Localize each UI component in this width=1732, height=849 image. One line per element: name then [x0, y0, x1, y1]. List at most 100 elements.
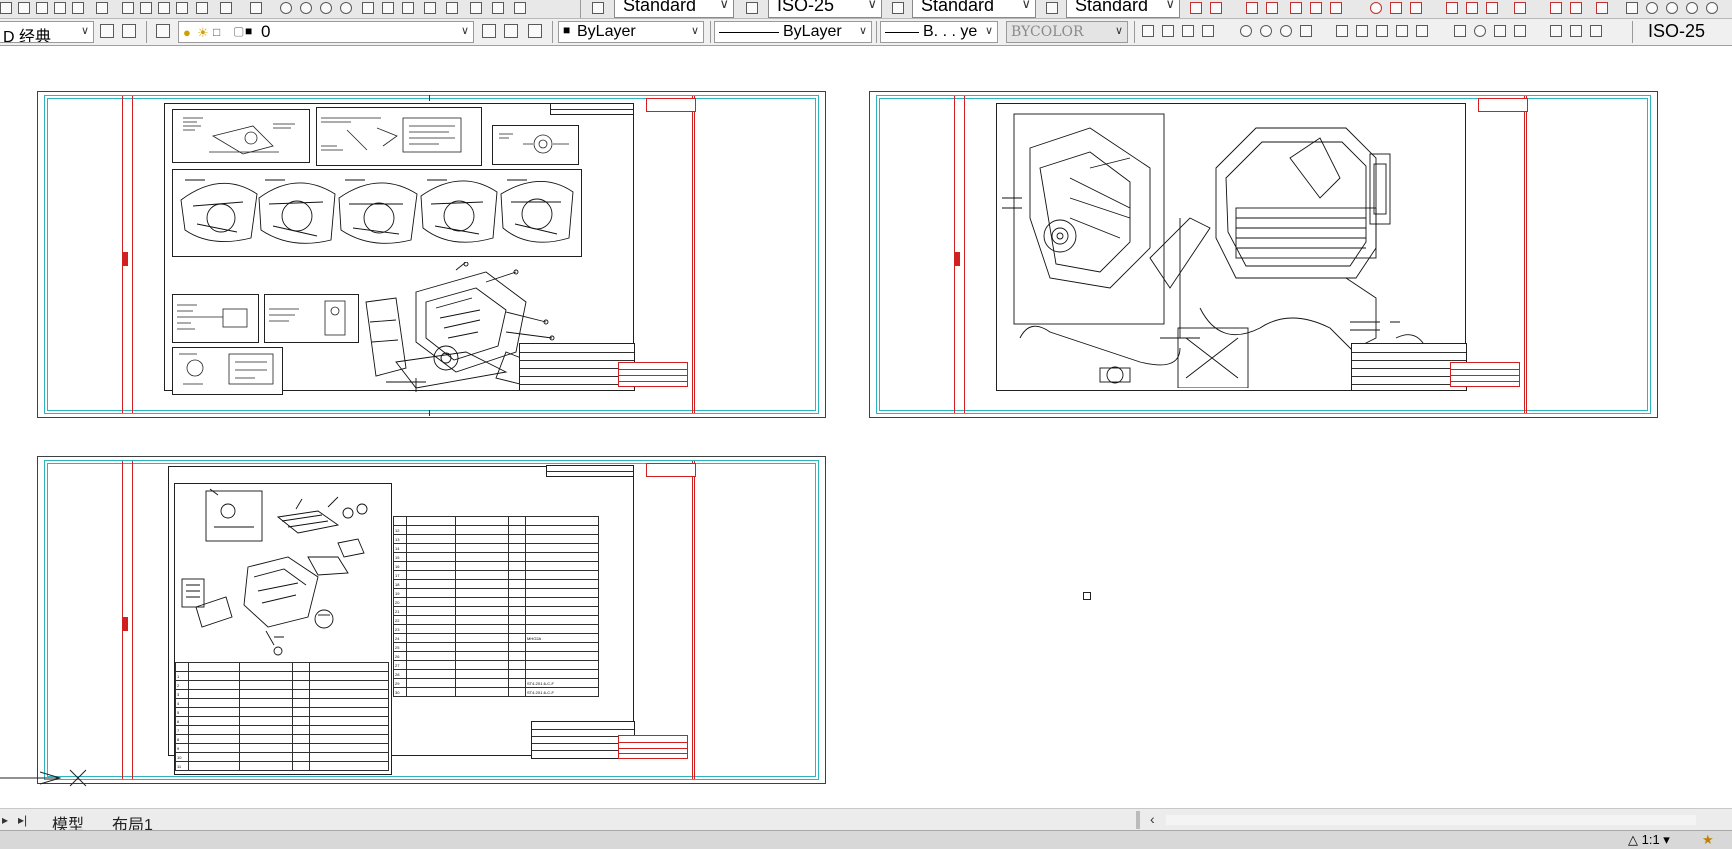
continue-dim-icon[interactable] [1376, 25, 1388, 37]
markup-icon[interactable] [446, 2, 458, 14]
sheet-set-icon[interactable] [424, 2, 436, 14]
tab-scroll-last-icon[interactable]: ▸| [18, 813, 27, 827]
globe-icon[interactable] [1646, 2, 1658, 14]
dim-edit-icon[interactable] [1550, 25, 1562, 37]
tool-palettes-icon[interactable] [402, 2, 414, 14]
erase-icon[interactable] [1310, 2, 1322, 14]
linear-dim-icon[interactable] [1142, 25, 1154, 37]
leader-icon[interactable] [1190, 2, 1202, 14]
lights-icon[interactable] [1706, 2, 1718, 14]
redo-icon[interactable] [250, 2, 262, 14]
match-properties-icon[interactable] [158, 2, 170, 14]
plot-preview-icon[interactable] [18, 2, 30, 14]
table-style-icon[interactable] [892, 2, 904, 14]
layer-states-icon[interactable] [528, 24, 542, 38]
leader-add-icon[interactable] [1210, 2, 1222, 14]
dim-update-icon[interactable] [1590, 25, 1602, 37]
print-setup-icon[interactable] [54, 2, 66, 14]
workspace-select[interactable]: D 经典 ∨ [0, 21, 94, 43]
render-icon[interactable] [1666, 2, 1678, 14]
copy-icon[interactable] [96, 2, 108, 14]
array-icon[interactable] [1486, 2, 1498, 14]
line-icon[interactable] [1246, 2, 1258, 14]
diameter-dim-icon[interactable] [1280, 25, 1292, 37]
radius-dim-icon[interactable] [1240, 25, 1252, 37]
scale-icon[interactable] [1570, 2, 1582, 14]
text-style-icon[interactable] [592, 2, 604, 14]
tab-scroll-prev-icon[interactable]: ▸ [2, 813, 8, 827]
linetype-select[interactable]: ByLayer ∨ [714, 21, 872, 43]
undo-icon[interactable] [220, 2, 232, 14]
baseline-dim-icon[interactable] [1356, 25, 1368, 37]
copy-clip-icon[interactable] [122, 2, 134, 14]
scroll-left-icon[interactable]: ‹ [1150, 811, 1155, 827]
text-style-select[interactable]: Standard ∨ [614, 0, 734, 18]
construction-line-icon[interactable] [1266, 2, 1278, 14]
scrollbar-splitter[interactable] [1136, 811, 1140, 829]
zoom-previous-icon[interactable] [340, 2, 352, 14]
print-icon[interactable] [0, 2, 12, 14]
brush-icon[interactable] [196, 2, 208, 14]
quickcalc-icon[interactable] [470, 2, 482, 14]
dim-style-label[interactable]: ISO-25 [1648, 21, 1705, 42]
design-center-icon[interactable] [382, 2, 394, 14]
circle-icon[interactable] [1370, 2, 1382, 14]
materials-icon[interactable] [1686, 2, 1698, 14]
multileader-style-icon[interactable] [1046, 2, 1058, 14]
stretch-icon[interactable] [1550, 2, 1562, 14]
plotstyle-select[interactable]: BYCOLOR ∨ [1006, 21, 1128, 43]
annotation-scale[interactable]: △ 1:1 ▾ [1628, 832, 1670, 848]
scissors-icon[interactable] [72, 2, 84, 14]
block-editor-icon[interactable] [176, 2, 188, 14]
quick-dim-icon[interactable] [1336, 25, 1348, 37]
drawing-sheet-1[interactable] [37, 91, 826, 418]
drawing-sheet-2[interactable] [869, 91, 1658, 418]
dim-text-edit-icon[interactable] [1570, 25, 1582, 37]
jogged-dim-icon[interactable] [1260, 25, 1272, 37]
jogged-linear-icon[interactable] [1514, 25, 1526, 37]
publish-icon[interactable] [36, 2, 48, 14]
paste-icon[interactable] [140, 2, 152, 14]
inspection-icon[interactable] [1494, 25, 1506, 37]
help-icon[interactable] [514, 2, 526, 14]
layer-toolbar-icon[interactable] [122, 24, 136, 38]
layer-previous-icon[interactable] [504, 24, 518, 38]
mirror-icon[interactable] [1466, 2, 1478, 14]
tolerance-icon[interactable] [1454, 25, 1466, 37]
zoom-window-icon[interactable] [320, 2, 332, 14]
table-style-select[interactable]: Standard ∨ [912, 0, 1036, 18]
break-dim-icon[interactable] [1416, 25, 1428, 37]
arc-length-icon[interactable] [1182, 25, 1194, 37]
lock-icon[interactable] [1596, 2, 1608, 14]
multileader-style-select[interactable]: Standard ∨ [1066, 0, 1180, 18]
zoom-realtime-icon[interactable] [300, 2, 312, 14]
layer-select[interactable]: ● ☀ □ ▢ ■ 0 ∨ [178, 21, 474, 43]
dim-style-icon[interactable] [746, 2, 758, 14]
layer-manager-icon[interactable] [156, 24, 170, 38]
grid-icon[interactable] [1626, 2, 1638, 14]
angular-dim-icon[interactable] [1300, 25, 1312, 37]
dim-style-select[interactable]: ISO-25 ∨ [768, 0, 882, 18]
horizontal-scrollbar[interactable] [1166, 815, 1696, 825]
aligned-dim-icon[interactable] [1162, 25, 1174, 37]
space-dim-icon[interactable] [1396, 25, 1408, 37]
lineweight-select[interactable]: B. . . ye ∨ [880, 21, 998, 43]
annotation-visibility-icon[interactable]: ★ [1702, 832, 1714, 848]
center-mark-icon[interactable] [1474, 25, 1486, 37]
offset-icon[interactable] [1446, 2, 1458, 14]
calculator-icon[interactable] [492, 2, 504, 14]
pan-icon[interactable] [280, 2, 292, 14]
drawing-sheet-3[interactable]: 1 2 3 4 5 6 7 8 9 10 11 12 13 14 15 16 1… [37, 456, 826, 784]
color-select[interactable]: ■ ByLayer ∨ [558, 21, 704, 43]
move-icon[interactable] [1390, 2, 1402, 14]
ordinate-dim-icon[interactable] [1202, 25, 1214, 37]
polyline-icon[interactable] [1290, 2, 1302, 14]
properties-icon[interactable] [362, 2, 374, 14]
rotate-icon[interactable] [1410, 2, 1422, 14]
model-space-canvas[interactable]: 1 2 3 4 5 6 7 8 9 10 11 12 13 14 15 16 1… [0, 46, 1732, 808]
workspace-settings-icon[interactable] [100, 24, 114, 38]
explode-icon[interactable] [1514, 2, 1526, 14]
ucs-icon [0, 769, 87, 787]
trim-icon[interactable] [1330, 2, 1342, 14]
make-current-layer-icon[interactable] [482, 24, 496, 38]
